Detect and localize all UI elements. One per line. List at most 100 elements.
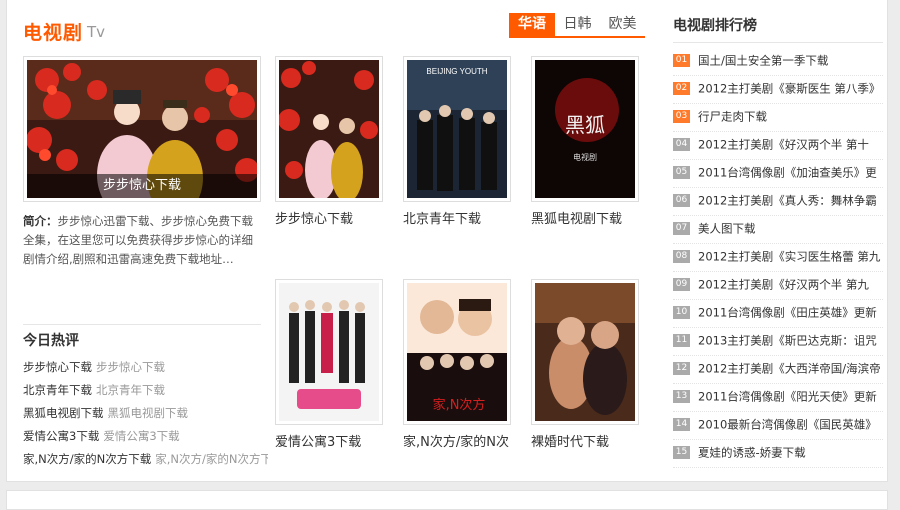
thumb-label[interactable]: 家,N次方/家的N次	[403, 431, 513, 450]
page: 电视剧 Tv 华语 日韩 欧美 步步惊心下载 简介：步步惊心迅雷下载、步步惊心免…	[0, 0, 900, 510]
poster-subtext: 电视剧	[573, 152, 597, 162]
thumb-label[interactable]: 北京青年下载	[403, 208, 513, 227]
hot-link[interactable]: 北京青年下载	[23, 383, 92, 397]
rank-text[interactable]: 2012主打美剧《大西洋帝国/海滨帝	[698, 362, 881, 376]
rank-number: 01	[673, 54, 690, 67]
tab-japan-korea[interactable]: 日韩	[555, 13, 600, 36]
hot-sub-link[interactable]: 黑狐电视剧下载	[108, 406, 189, 420]
rank-text[interactable]: 2012主打美剧《真人秀：舞林争霸	[698, 194, 877, 208]
thumb-image: BEIJING YOUTH	[407, 60, 507, 198]
rank-number: 02	[673, 82, 690, 95]
list-item: 爱情公寓3下载 爱情公寓3下载	[23, 425, 268, 448]
rank-text[interactable]: 夏娃的诱惑-娇妻下载	[698, 446, 806, 460]
ranking-item[interactable]: 03 行尸走肉下载	[673, 104, 883, 132]
ranking-title: 电视剧排行榜	[673, 18, 757, 34]
hot-link[interactable]: 家,N次方/家的N次方下载	[23, 452, 151, 466]
ranking-item[interactable]: 11 2013主打美剧《斯巴达克斯：诅咒	[673, 328, 883, 356]
tab-chinese[interactable]: 华语	[509, 13, 555, 36]
thumb-card[interactable]: 家,N次方 家,N次方/家的N次	[403, 279, 511, 450]
rank-number: 05	[673, 166, 690, 179]
section-subtitle: Tv	[87, 23, 106, 41]
ranking-item[interactable]: 12 2012主打美剧《大西洋帝国/海滨帝	[673, 356, 883, 384]
thumb-image	[278, 60, 379, 202]
rank-text[interactable]: 2011台湾偶像剧《田庄英雄》更新	[698, 306, 877, 320]
thumb-image: 黑狐 电视剧	[535, 60, 635, 198]
ranking-item[interactable]: 02 2012主打美剧《豪斯医生 第八季》	[673, 76, 883, 104]
next-section-panel	[6, 490, 888, 510]
region-tabs: 华语 日韩 欧美	[509, 13, 645, 38]
ranking-item[interactable]: 13 2011台湾偶像剧《阳光天使》更新	[673, 384, 883, 412]
rank-text[interactable]: 2012主打美剧《豪斯医生 第八季》	[698, 82, 880, 96]
list-item: 北京青年下载 北京青年下载	[23, 379, 268, 402]
rank-number: 06	[673, 194, 690, 207]
rank-text[interactable]: 2012主打美剧《好汉两个半 第十	[698, 138, 869, 152]
rank-number: 08	[673, 250, 690, 263]
thumb-frame: 黑狐 电视剧	[531, 56, 639, 202]
poster-text: 家,N次方	[433, 397, 486, 413]
rank-text[interactable]: 2010最新台湾偶像剧《国民英雄》	[698, 418, 877, 432]
rank-text[interactable]: 2012主打美剧《实习医生格蕾 第九	[698, 250, 880, 264]
thumb-label[interactable]: 裸婚时代下载	[531, 431, 641, 450]
featured-caption[interactable]: 步步惊心下载	[27, 174, 257, 198]
hot-sub-link[interactable]: 家,N次方/家的N次方下	[155, 452, 268, 466]
thumb-label[interactable]: 爱情公寓3下载	[275, 431, 385, 450]
rank-text[interactable]: 2013主打美剧《斯巴达克斯：诅咒	[698, 334, 877, 348]
hot-sub-link[interactable]: 北京青年下载	[96, 383, 165, 397]
ranking-list: 01 国土/国土安全第一季下载 02 2012主打美剧《豪斯医生 第八季》 03 行尸…	[673, 48, 883, 468]
tab-western[interactable]: 欧美	[600, 13, 645, 36]
rank-text[interactable]: 2011台湾偶像剧《加油查美乐》更	[698, 166, 877, 180]
rank-text[interactable]: 国土/国土安全第一季下载	[698, 54, 828, 68]
hot-link[interactable]: 步步惊心下载	[23, 360, 92, 374]
divider	[23, 324, 261, 325]
thumb-card[interactable]: 步步惊心下载	[275, 56, 383, 227]
ranking-item[interactable]: 08 2012主打美剧《实习医生格蕾 第九	[673, 244, 883, 272]
thumb-card[interactable]: BEIJING YOUTH 北京青年下载	[403, 56, 511, 227]
rank-number: 03	[673, 110, 690, 123]
ranking-item[interactable]: 14 2010最新台湾偶像剧《国民英雄》	[673, 412, 883, 440]
hot-link[interactable]: 爱情公寓3下载	[23, 429, 99, 443]
ranking-item[interactable]: 01 国土/国土安全第一季下载	[673, 48, 883, 76]
rank-text[interactable]: 行尸走肉下载	[698, 110, 767, 124]
thumb-card[interactable]: 爱情公寓3下载	[275, 279, 383, 450]
thumb-card[interactable]: 裸婚时代下载	[531, 279, 639, 450]
tv-section-panel: 电视剧 Tv 华语 日韩 欧美 步步惊心下载 简介：步步惊心迅雷下载、步步惊心免…	[6, 0, 888, 482]
featured-poster[interactable]: 步步惊心下载	[23, 56, 261, 216]
list-item: 家,N次方/家的N次方下载 家,N次方/家的N次方下	[23, 448, 268, 471]
rank-number: 07	[673, 222, 690, 235]
thumb-label[interactable]: 步步惊心下载	[275, 208, 385, 227]
poster-text: BEIJING YOUTH	[426, 67, 487, 76]
rank-number: 11	[673, 334, 690, 347]
intro-label: 简介：	[23, 214, 58, 228]
rank-number: 12	[673, 362, 690, 375]
thumb-frame: 家,N次方	[403, 279, 511, 425]
ranking-item[interactable]: 04 2012主打美剧《好汉两个半 第十	[673, 132, 883, 160]
hot-sub-link[interactable]: 步步惊心下载	[96, 360, 165, 374]
rank-text[interactable]: 美人图下载	[698, 222, 756, 236]
rank-number: 10	[673, 306, 690, 319]
section-title[interactable]: 电视剧	[23, 18, 83, 45]
hot-comments-list: 步步惊心下载 步步惊心下载 北京青年下载 北京青年下载 黑狐电视剧下载 黑狐电视剧下载…	[23, 356, 268, 471]
hot-link[interactable]: 黑狐电视剧下载	[23, 406, 104, 420]
rank-number: 15	[673, 446, 690, 459]
rank-number: 13	[673, 390, 690, 403]
ranking-item[interactable]: 15 夏娃的诱惑-娇妻下载	[673, 440, 883, 468]
thumb-frame	[531, 279, 639, 425]
rank-text[interactable]: 2012主打美剧《好汉两个半 第九	[698, 278, 869, 292]
thumb-card[interactable]: 黑狐 电视剧 黑狐电视剧下载	[531, 56, 639, 227]
ranking-item[interactable]: 06 2012主打美剧《真人秀：舞林争霸	[673, 188, 883, 216]
thumb-label[interactable]: 黑狐电视剧下载	[531, 208, 641, 227]
rank-number: 04	[673, 138, 690, 151]
rank-text[interactable]: 2011台湾偶像剧《阳光天使》更新	[698, 390, 877, 404]
ranking-item[interactable]: 09 2012主打美剧《好汉两个半 第九	[673, 272, 883, 300]
thumb-image: 家,N次方	[407, 283, 507, 421]
hot-comments-title: 今日热评	[23, 333, 79, 349]
intro-text: 步步惊心迅雷下载、步步惊心免费下载全集，在这里您可以免费获得步步惊心的详细剧情介…	[23, 214, 253, 266]
list-item: 黑狐电视剧下载 黑狐电视剧下载	[23, 402, 268, 425]
ranking-item[interactable]: 05 2011台湾偶像剧《加油查美乐》更	[673, 160, 883, 188]
rank-number: 09	[673, 278, 690, 291]
ranking-item[interactable]: 10 2011台湾偶像剧《田庄英雄》更新	[673, 300, 883, 328]
hot-sub-link[interactable]: 爱情公寓3下载	[103, 429, 179, 443]
thumb-image	[279, 283, 379, 421]
ranking-item[interactable]: 07 美人图下载	[673, 216, 883, 244]
thumb-frame: BEIJING YOUTH	[403, 56, 511, 202]
